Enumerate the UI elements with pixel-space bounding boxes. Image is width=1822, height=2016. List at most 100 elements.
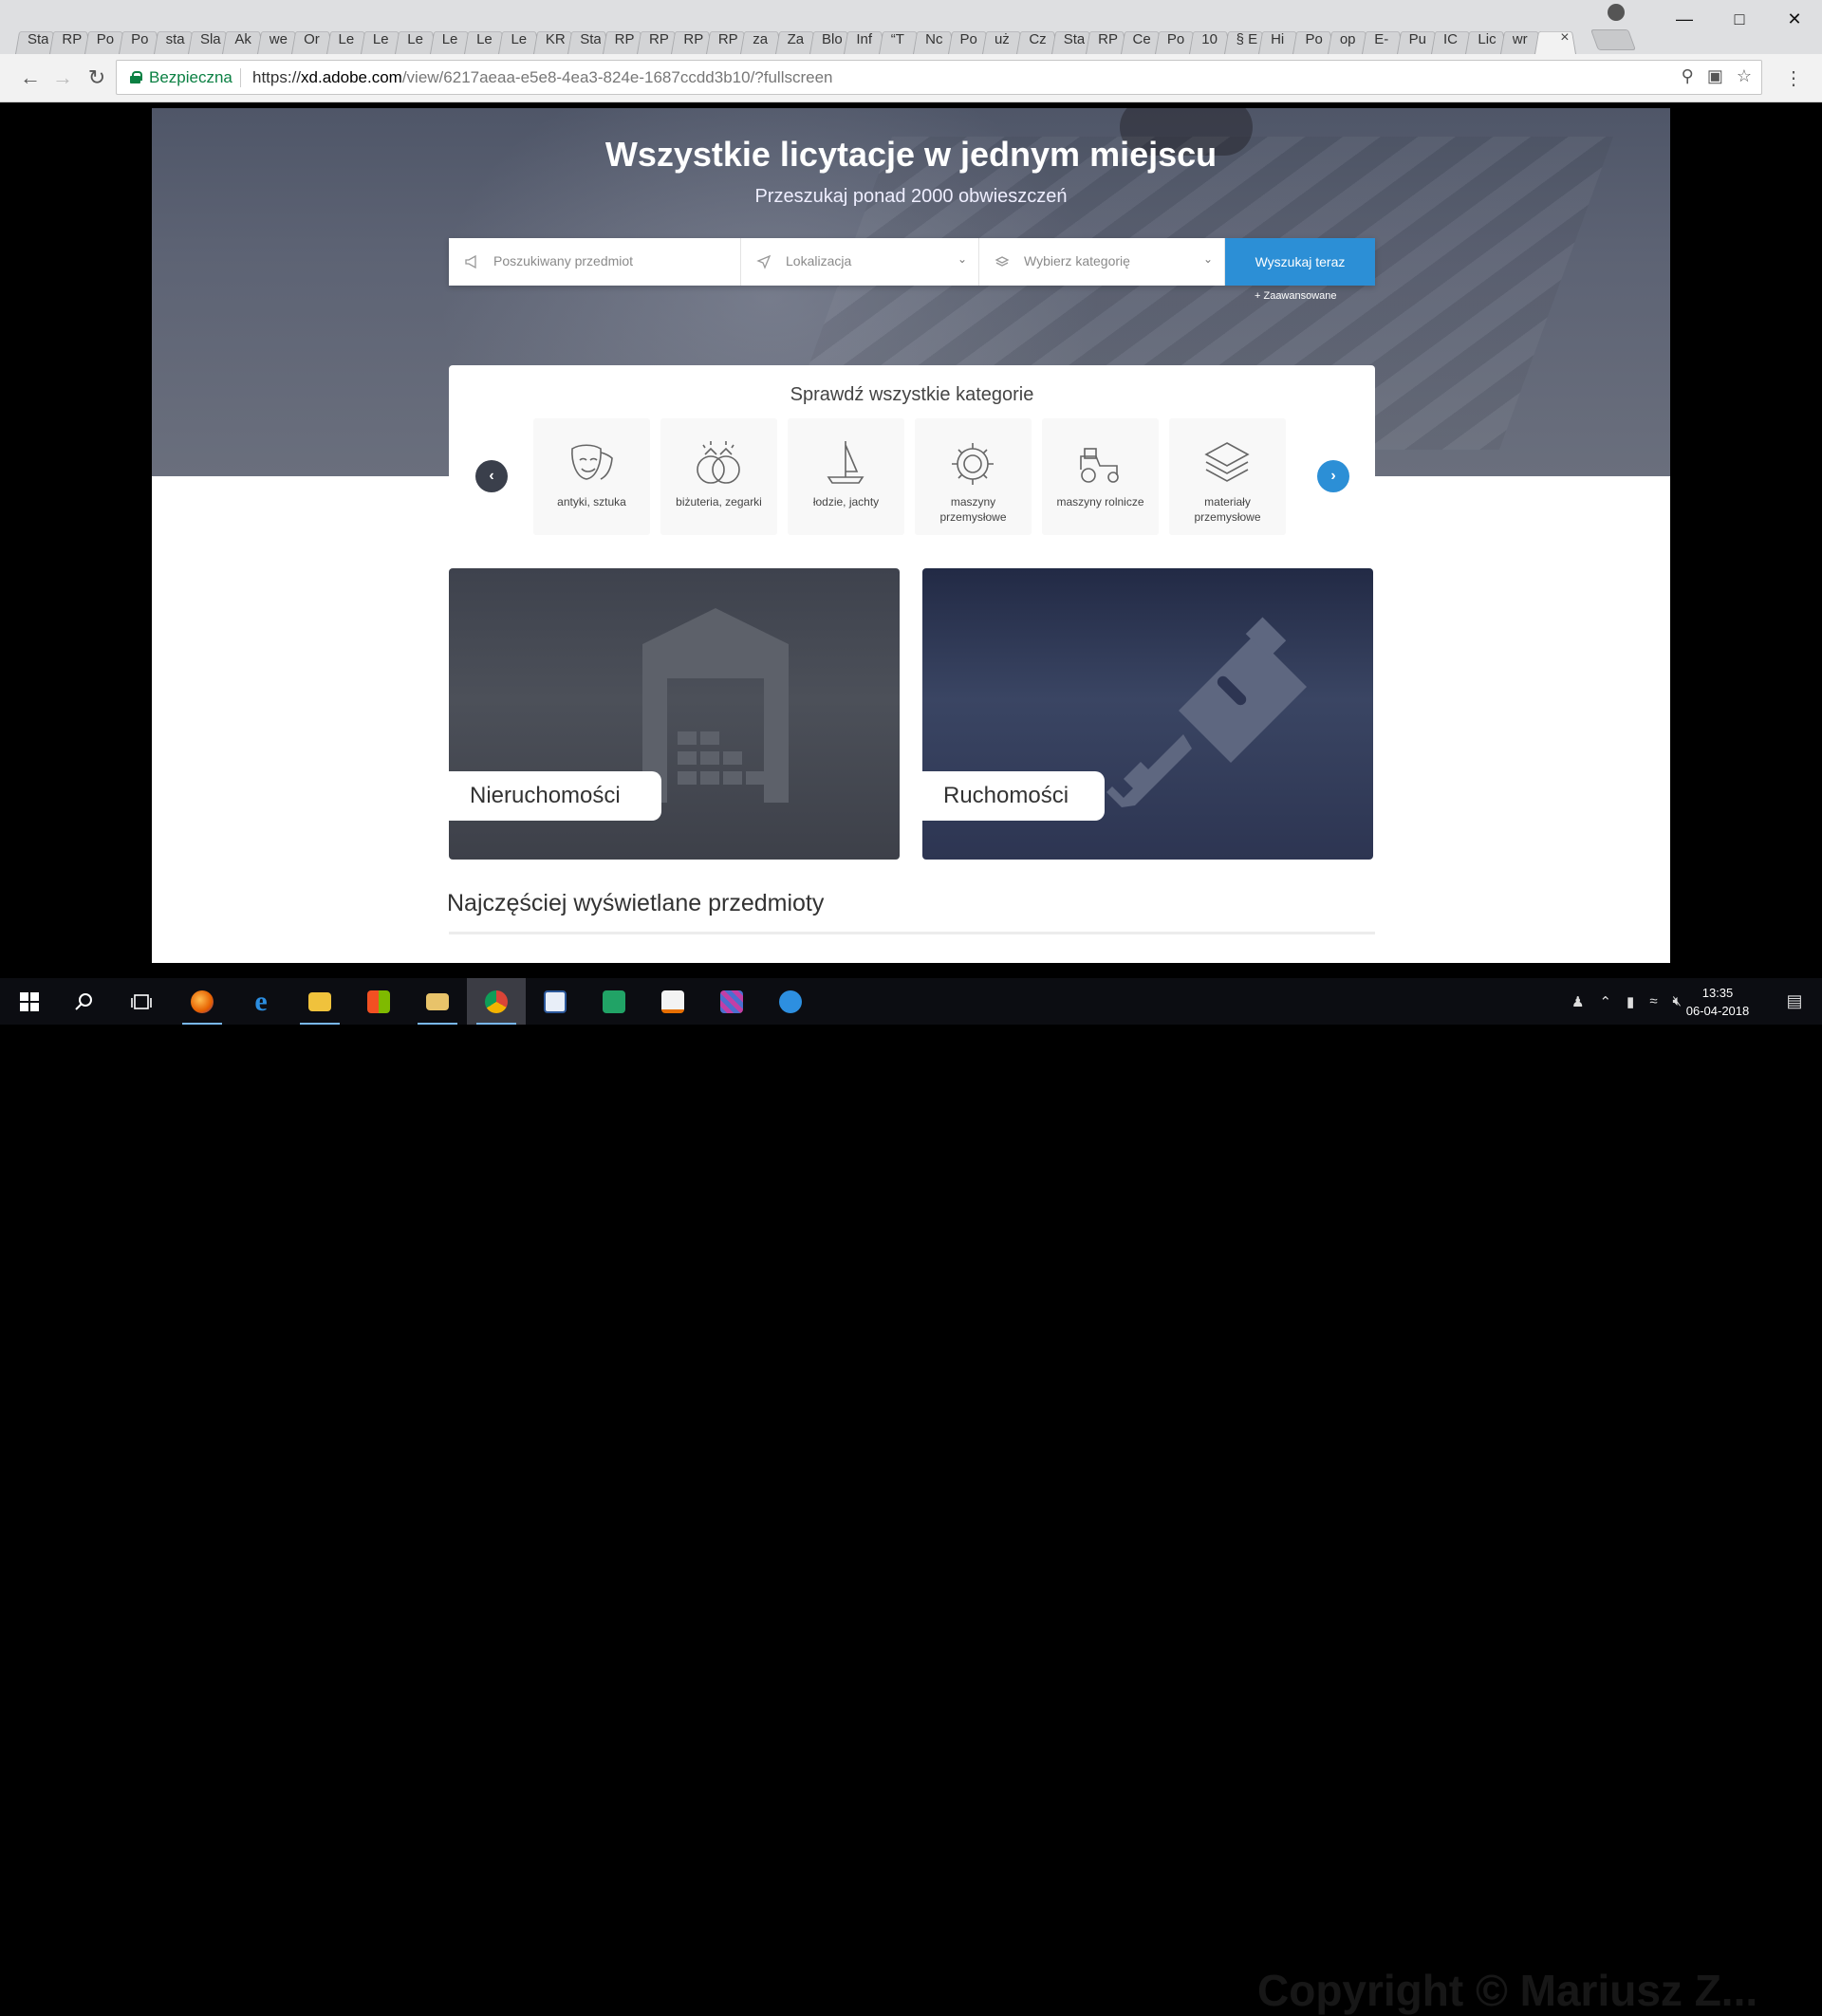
browser-tab[interactable]: Za — [779, 22, 813, 54]
browser-tab[interactable]: Le — [364, 22, 399, 54]
tab-title: 10 — [1201, 31, 1218, 47]
category-item-boats[interactable]: łodzie, jachty — [788, 418, 904, 535]
browser-tab[interactable]: sta — [158, 22, 192, 54]
browser-tab[interactable]: Le — [434, 22, 468, 54]
profile-icon[interactable] — [1608, 4, 1625, 21]
back-button[interactable]: ← — [17, 65, 44, 91]
taskbar-chrome[interactable] — [467, 978, 526, 1025]
browser-tab[interactable]: op — [1331, 22, 1366, 54]
wifi-icon[interactable]: ≈ — [1649, 993, 1657, 1009]
categories-prev-button[interactable]: ‹ — [475, 460, 508, 492]
taskbar-telegram[interactable] — [761, 978, 820, 1025]
active-browser-tab[interactable]: × — [1538, 22, 1572, 54]
category-item-jewelry[interactable]: biżuteria, zegarki — [660, 418, 777, 535]
taskbar-word[interactable] — [526, 978, 585, 1025]
close-tab-icon[interactable]: × — [1560, 29, 1569, 46]
browser-tab[interactable]: Ce — [1125, 22, 1159, 54]
task-view-button[interactable] — [112, 978, 171, 1025]
new-tab-button[interactable] — [1590, 29, 1637, 50]
browser-tab[interactable]: Hi — [1262, 22, 1296, 54]
location-select[interactable]: Lokalizacja ⌄ — [741, 238, 979, 286]
window-controls: — □ ✕ — [1657, 0, 1822, 38]
browser-tab[interactable]: 10 — [1193, 22, 1227, 54]
browser-tab[interactable]: IC — [1435, 22, 1469, 54]
browser-tab[interactable]: RP — [606, 22, 641, 54]
tab-title: Le — [441, 31, 458, 47]
item-search-field[interactable]: Poszukiwany przedmiot — [449, 238, 741, 286]
category-select[interactable]: Wybierz kategorię ⌄ — [979, 238, 1225, 286]
zoom-icon[interactable]: ⚲ — [1682, 66, 1694, 86]
category-item-industrial-machines[interactable]: maszyny przemysłowe — [915, 418, 1032, 535]
taskbar-file-explorer[interactable] — [290, 978, 349, 1025]
reload-button[interactable]: ↻ — [84, 65, 110, 91]
clock-date: 06-04-2018 — [1685, 1004, 1750, 1018]
browser-menu-icon[interactable]: ⋮ — [1784, 66, 1803, 90]
taskbar-firefox[interactable] — [173, 978, 232, 1025]
browser-tab[interactable]: KR — [537, 22, 571, 54]
browser-tab[interactable]: Or — [295, 22, 329, 54]
close-window-button[interactable]: ✕ — [1767, 0, 1822, 38]
browser-tab[interactable]: Po — [1296, 22, 1330, 54]
movables-tile[interactable]: Ruchomości — [922, 568, 1373, 860]
chevron-up-icon[interactable]: ⌃ — [1599, 993, 1611, 1010]
browser-tab[interactable]: we — [261, 22, 295, 54]
browser-tab[interactable]: Sla — [192, 22, 226, 54]
browser-tab[interactable]: Po — [88, 22, 122, 54]
real-estate-tile[interactable]: Nieruchomości — [449, 568, 900, 860]
browser-tab[interactable]: RP — [53, 22, 87, 54]
browser-tab[interactable]: Nc — [917, 22, 951, 54]
browser-tab[interactable]: Pu — [1401, 22, 1435, 54]
taskbar-clock[interactable]: 13:35 06-04-2018 — [1680, 984, 1756, 1020]
taskbar-java[interactable] — [643, 978, 702, 1025]
start-button[interactable] — [0, 978, 59, 1025]
browser-tab[interactable]: § E — [1228, 22, 1262, 54]
browser-tab[interactable]: RP — [641, 22, 675, 54]
browser-tab[interactable]: Inf — [847, 22, 882, 54]
browser-tab[interactable]: Le — [399, 22, 433, 54]
browser-tab[interactable]: Po — [122, 22, 157, 54]
address-bar[interactable]: Bezpieczna https://xd.adobe.com/view/621… — [116, 60, 1762, 95]
category-item-antiques[interactable]: antyki, sztuka — [533, 418, 650, 535]
taskbar-excel[interactable] — [585, 978, 643, 1025]
browser-tab[interactable]: uż — [986, 22, 1020, 54]
translate-icon[interactable]: ▣ — [1707, 66, 1723, 86]
category-item-industrial-materials[interactable]: materiały przemysłowe — [1169, 418, 1286, 535]
browser-tab[interactable]: za — [744, 22, 778, 54]
browser-tab[interactable]: Cz — [1020, 22, 1054, 54]
maximize-button[interactable]: □ — [1712, 0, 1767, 38]
people-icon[interactable]: ♟ — [1571, 993, 1584, 1010]
minimize-button[interactable]: — — [1657, 0, 1712, 38]
browser-tab[interactable]: Le — [502, 22, 536, 54]
taskbar-mail[interactable] — [408, 978, 467, 1025]
browser-tab[interactable]: Sta — [19, 22, 53, 54]
taskbar-app-sorter[interactable] — [702, 978, 761, 1025]
browser-tab[interactable]: Po — [952, 22, 986, 54]
browser-tab[interactable]: Sta — [1055, 22, 1089, 54]
forward-button[interactable]: → — [49, 65, 76, 91]
browser-tab[interactable]: E- — [1366, 22, 1400, 54]
browser-tab[interactable]: RP — [710, 22, 744, 54]
advanced-search-link[interactable]: + Zaawansowane — [1255, 290, 1337, 302]
browser-tab[interactable]: Blo — [813, 22, 847, 54]
browser-tab[interactable]: wr — [1504, 22, 1538, 54]
categories-next-button[interactable]: › — [1317, 460, 1349, 492]
browser-tab[interactable]: Po — [1159, 22, 1193, 54]
browser-tab[interactable]: Lic — [1469, 22, 1503, 54]
search-now-button[interactable]: Wyszukaj teraz — [1225, 238, 1375, 286]
url-text[interactable]: https://xd.adobe.com/view/6217aeaa-e5e8-… — [252, 68, 833, 87]
browser-tab[interactable]: “T — [883, 22, 917, 54]
browser-tab[interactable]: RP — [675, 22, 709, 54]
browser-tab[interactable]: Le — [330, 22, 364, 54]
search-button[interactable] — [55, 978, 114, 1025]
action-center-icon[interactable]: ▤ — [1767, 978, 1822, 1025]
browser-tab[interactable]: Sta — [571, 22, 605, 54]
taskbar-edge[interactable]: e — [232, 978, 290, 1025]
taskbar-store[interactable] — [349, 978, 408, 1025]
category-item-agricultural-machines[interactable]: maszyny rolnicze — [1042, 418, 1159, 535]
folder-icon — [308, 991, 331, 1011]
browser-tab[interactable]: RP — [1089, 22, 1124, 54]
browser-tab[interactable]: Le — [468, 22, 502, 54]
battery-icon[interactable]: ▮ — [1627, 993, 1634, 1010]
browser-tab[interactable]: Ak — [226, 22, 260, 54]
bookmark-star-icon[interactable]: ☆ — [1737, 66, 1752, 86]
